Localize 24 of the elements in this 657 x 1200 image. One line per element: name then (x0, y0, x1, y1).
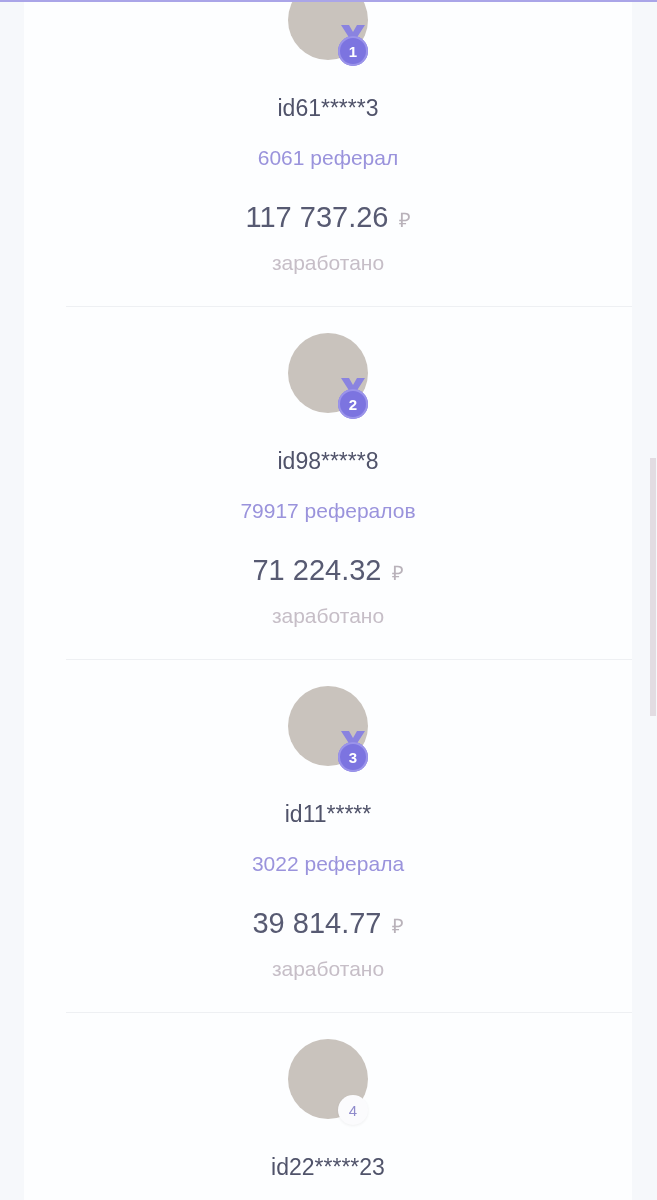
earned-amount: 117 737.26 (245, 200, 389, 235)
currency-sign: ₽ (391, 914, 404, 939)
earned-amount: 39 814.77 (252, 906, 382, 941)
user-id: id61*****3 (277, 94, 379, 122)
earned-amount: 71 224.32 (252, 553, 382, 588)
rank-badge: 4 (338, 1095, 368, 1125)
referral-count: 3022 реферала (251, 851, 405, 877)
rank-badge: 3 (338, 742, 368, 772)
user-id: id98*****8 (277, 447, 379, 475)
rank-badge: 2 (338, 389, 368, 419)
user-id: id22*****23 (271, 1153, 385, 1181)
earned-label: заработано (271, 603, 385, 629)
user-id: id11***** (284, 800, 372, 828)
rank-badge: 1 (338, 36, 368, 66)
ribbon-icon (340, 378, 366, 392)
ribbon-icon (340, 731, 366, 745)
referral-count: 6061 реферал (257, 145, 399, 171)
earned-label: заработано (271, 250, 385, 276)
earned-label: заработано (271, 956, 385, 982)
currency-sign: ₽ (391, 561, 404, 586)
currency-sign: ₽ (398, 208, 411, 233)
scrollbar-thumb[interactable] (650, 458, 656, 716)
ribbon-icon (340, 25, 366, 39)
referral-count: 79917 рефералов (240, 498, 416, 524)
